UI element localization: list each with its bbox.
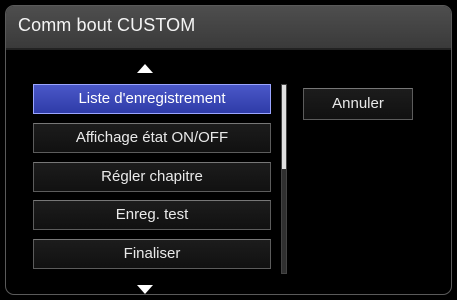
scrollbar-thumb[interactable] <box>282 85 286 169</box>
menu-item-enreg-test[interactable]: Enreg. test <box>33 200 271 230</box>
custom-menu-dialog: Comm bout CUSTOM Liste d'enregistrement … <box>5 5 452 295</box>
scroll-up-icon[interactable] <box>137 64 153 73</box>
menu-item-liste-enregistrement[interactable]: Liste d'enregistrement <box>33 84 271 114</box>
menu-item-affichage-etat[interactable]: Affichage état ON/OFF <box>33 123 271 153</box>
dialog-title: Comm bout CUSTOM <box>18 15 196 35</box>
scroll-down-icon[interactable] <box>137 285 153 294</box>
title-bar: Comm bout CUSTOM <box>6 6 451 50</box>
menu-item-regler-chapitre[interactable]: Régler chapitre <box>33 162 271 192</box>
scrollbar-track[interactable] <box>281 84 287 274</box>
menu-item-finaliser[interactable]: Finaliser <box>33 239 271 269</box>
cancel-button[interactable]: Annuler <box>303 88 413 120</box>
